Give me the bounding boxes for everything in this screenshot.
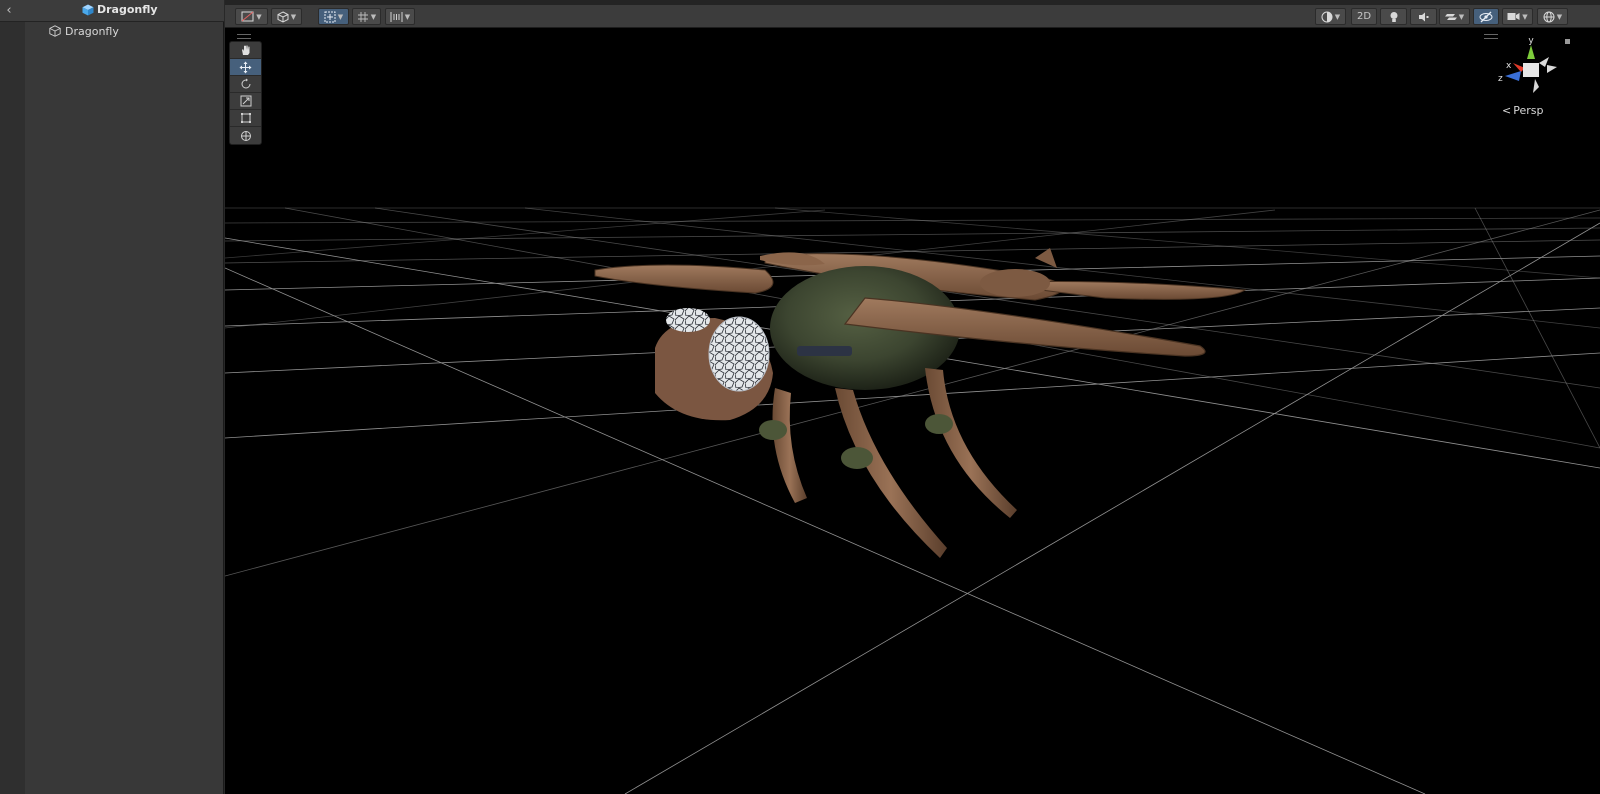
light-bulb-icon (1390, 11, 1397, 22)
caret-down-icon: ▼ (1522, 12, 1528, 21)
prefab-title-label: Dragonfly (97, 3, 158, 16)
caret-down-icon: ▼ (370, 12, 377, 21)
projection-toggle[interactable]: < Persp (1502, 104, 1543, 117)
increment-snap-button[interactable]: ▼ (385, 8, 415, 25)
gizmo-globe-icon (1543, 11, 1555, 22)
draw-mode-icon (241, 11, 254, 22)
hierarchy-gutter (0, 22, 25, 794)
caret-down-icon: ▼ (290, 12, 297, 21)
transform-combo-icon (240, 130, 251, 141)
axis-y-cone[interactable] (1527, 45, 1535, 59)
axis-z-cone[interactable] (1505, 71, 1521, 81)
axis-negx-cone[interactable] (1547, 65, 1557, 73)
chevron-left-icon: < (1502, 104, 1512, 117)
shaded-cube-icon (277, 10, 289, 23)
rotate-tool-button[interactable] (230, 76, 261, 93)
rotate-icon (241, 78, 250, 89)
snap-grid-icon (324, 11, 336, 22)
caret-down-icon: ▼ (1334, 12, 1341, 21)
scene-view: ▼ ▼ ▼ ▼ ▼ ▼ 2D ▼ ▼ ▼ y x z < Persp (225, 0, 1600, 794)
axis-y-label: y (1528, 36, 1534, 46)
gizmo-center-cube[interactable] (1523, 63, 1539, 77)
back-arrow-icon[interactable]: ‹ (2, 2, 16, 20)
scene-toolbar: ▼ ▼ ▼ ▼ ▼ ▼ 2D ▼ ▼ ▼ (225, 0, 1600, 28)
effects-button[interactable]: ▼ (1439, 8, 1470, 25)
shading-mode-button[interactable]: ▼ (271, 8, 302, 25)
gizmos-button[interactable]: ▼ (1537, 8, 1568, 25)
tool-palette (229, 41, 262, 145)
move-tool-button[interactable] (230, 59, 261, 76)
dragonfly-model[interactable] (594, 248, 1247, 558)
rect-transform-icon (240, 113, 251, 123)
move-snap-button[interactable]: ▼ (318, 8, 349, 25)
lock-icon[interactable] (1565, 39, 1570, 44)
camera-settings-button[interactable]: ▼ (1502, 8, 1533, 25)
hand-tool-button[interactable] (230, 42, 261, 59)
draw-mode-button[interactable]: ▼ (1315, 8, 1346, 25)
caret-down-icon: ▼ (1458, 12, 1465, 21)
rect-tool-button[interactable] (230, 110, 261, 127)
2d-mode-button[interactable]: 2D (1351, 8, 1377, 25)
axis-x-label: x (1506, 61, 1512, 71)
axis-negy-cone[interactable] (1533, 79, 1539, 93)
grid-icon (357, 11, 368, 22)
hierarchy-panel: ‹ Dragonfly Dragonfly (0, 0, 224, 794)
effects-stack-icon (1444, 13, 1457, 20)
hierarchy-item-label: Dragonfly (65, 24, 119, 38)
gameobject-cube-icon (49, 25, 61, 37)
lighting-toggle-button[interactable] (1380, 8, 1407, 25)
shading-sphere-icon (1321, 11, 1333, 22)
caret-down-icon: ▼ (256, 12, 262, 21)
scale-tool-button[interactable] (230, 93, 261, 110)
caret-down-icon: ▼ (1556, 12, 1563, 21)
scene-visibility-toggle[interactable] (1473, 8, 1499, 25)
move-arrows-icon (239, 61, 252, 73)
2d-mode-label: 2D (1356, 11, 1372, 22)
view-orientation-gizmo[interactable]: y x z (1491, 35, 1571, 105)
audio-toggle-button[interactable] (1410, 8, 1437, 25)
eye-slash-icon (1479, 11, 1493, 22)
projection-label: Persp (1513, 104, 1544, 117)
transform-tool-button[interactable] (230, 127, 261, 144)
gizmo-draw-mode-button[interactable]: ▼ (235, 8, 268, 25)
prefab-mode-header: ‹ Dragonfly (0, 0, 224, 22)
caret-down-icon: ▼ (337, 12, 344, 21)
prefab-title: Dragonfly (82, 3, 158, 16)
grid-snap-button[interactable]: ▼ (352, 8, 381, 25)
tool-palette-grip[interactable] (237, 34, 251, 39)
hand-icon (241, 45, 249, 55)
camera-icon (1507, 13, 1520, 20)
audio-speaker-icon (1418, 12, 1428, 21)
caret-down-icon: ▼ (404, 12, 411, 21)
increment-snap-icon (390, 11, 403, 22)
prefab-cube-icon (82, 4, 94, 15)
scene-viewport[interactable] (225, 28, 1600, 794)
scale-icon (240, 95, 251, 107)
hierarchy-item-dragonfly[interactable]: Dragonfly (49, 22, 119, 40)
axis-z-label: z (1498, 74, 1503, 84)
